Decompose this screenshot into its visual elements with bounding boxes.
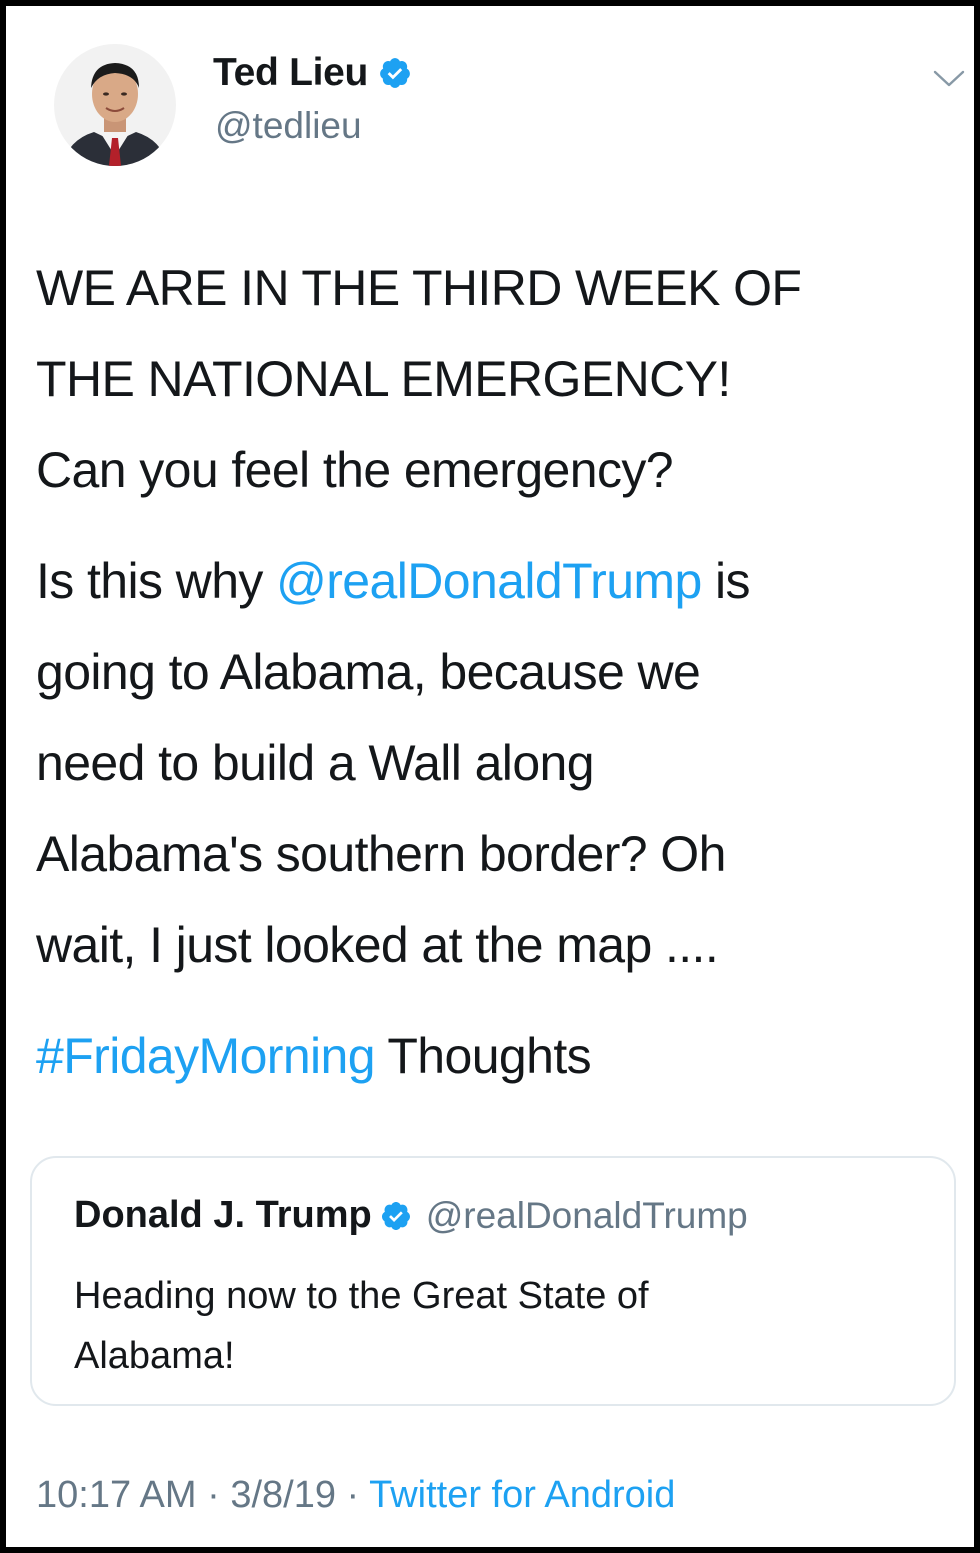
tweet-line: need to build a Wall along [36,735,595,791]
tweet-line: THE NATIONAL EMERGENCY! [36,351,731,407]
tweet-paragraph-2: Is this why @realDonaldTrump is going to… [36,536,946,991]
tweet-line: #FridayMorning Thoughts [36,1011,946,1102]
tweet-line: Is this why @realDonaldTrump is [36,536,946,627]
tweet-text-segment: is [701,553,751,609]
tweet-date[interactable]: 3/8/19 [230,1474,336,1516]
verified-badge-icon [381,1201,410,1230]
tweet-time[interactable]: 10:17 AM [36,1474,197,1516]
verified-badge-icon [380,58,410,88]
tweet-paragraph-3: #FridayMorning Thoughts [36,1011,946,1102]
tweet-line: going to Alabama, because we [36,644,701,700]
screenshot-frame: Ted Lieu @tedlieu WE ARE IN THE THIRD WE… [0,0,980,1553]
tweet-text-segment: Is this why [36,553,277,609]
separator-dot: · [336,1474,370,1516]
tweet-line: Alabama's southern border? Oh [36,826,726,882]
chevron-down-icon[interactable] [932,66,966,90]
author-name-row: Ted Lieu [213,49,412,97]
quoted-author-name: Donald J. Trump [74,1194,372,1236]
tweet-line: Can you feel the emergency? [36,442,674,498]
tweet-line: WE ARE IN THE THIRD WEEK OF [36,260,802,316]
separator-dot: · [196,1474,231,1516]
quoted-tweet[interactable]: Donald J. Trump @realDonaldTrump Heading… [30,1156,956,1406]
hashtag-link[interactable]: #FridayMorning [36,1028,376,1084]
tweet-text-segment: Thoughts [374,1028,592,1084]
quoted-author-handle: @realDonaldTrump [425,1194,748,1236]
mention-link[interactable]: @realDonaldTrump [276,553,702,609]
author-handle[interactable]: @tedlieu [215,105,362,147]
tweet-paragraph-1: WE ARE IN THE THIRD WEEK OF THE NATIONAL… [36,243,946,516]
quoted-tweet-line: Heading now to the Great State of [74,1275,649,1317]
avatar[interactable] [54,44,176,166]
tweet-line: wait, I just looked at the map .... [36,917,719,973]
tweet-footer: 10:17 AM · 3/8/19 · Twitter for Android [36,1474,675,1517]
tweet-source-link[interactable]: Twitter for Android [369,1474,675,1516]
quoted-tweet-text: Heading now to the Great State of Alabam… [74,1266,914,1386]
avatar-photo [54,44,176,166]
quoted-tweet-line: Alabama! [74,1335,235,1377]
tweet-body: WE ARE IN THE THIRD WEEK OF THE NATIONAL… [36,243,946,1122]
tweet-card: Ted Lieu @tedlieu WE ARE IN THE THIRD WE… [6,6,974,1547]
author-name[interactable]: Ted Lieu [213,51,368,95]
quoted-tweet-header: Donald J. Trump @realDonaldTrump [74,1194,748,1237]
